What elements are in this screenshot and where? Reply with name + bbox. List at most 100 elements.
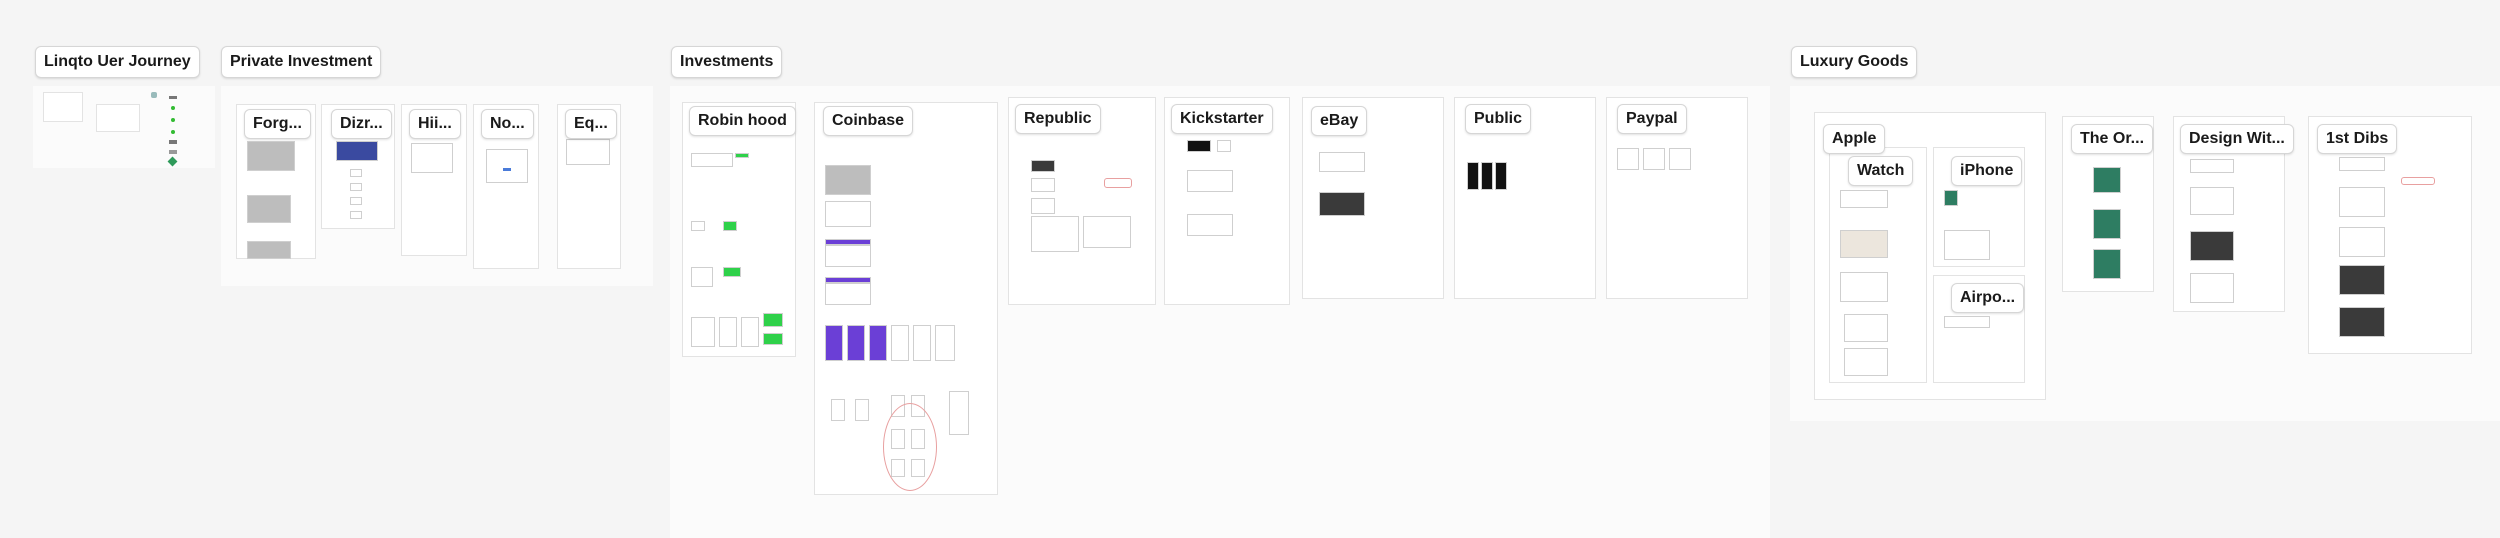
forg-screen-1[interactable] <box>247 141 295 171</box>
rep-screen-2[interactable] <box>1031 178 1055 192</box>
dibs-screen-2[interactable] <box>2339 187 2385 217</box>
label-republic[interactable]: Republic <box>1015 104 1101 134</box>
label-airpods[interactable]: Airpo... <box>1951 283 2025 313</box>
dibs-screen-3[interactable] <box>2339 227 2385 257</box>
watch-screen-3[interactable] <box>1840 272 1888 302</box>
cb-screen-1[interactable] <box>825 165 871 195</box>
cb-flow-3[interactable] <box>869 325 887 361</box>
watch-screen-4[interactable] <box>1844 314 1888 342</box>
label-investments[interactable]: Investments <box>671 46 783 78</box>
dwr-screen-4[interactable] <box>2190 273 2234 303</box>
rep-screen-5[interactable] <box>1031 216 1079 252</box>
dwr-screen-1[interactable] <box>2190 159 2234 173</box>
label-paypal[interactable]: Paypal <box>1617 104 1687 134</box>
cb-annotation-loop <box>883 403 937 491</box>
cb-flow-5[interactable] <box>913 325 931 361</box>
ebay-screen-2[interactable] <box>1319 192 1365 216</box>
hii-screen[interactable] <box>411 143 453 173</box>
paypal-screen-3[interactable] <box>1669 148 1691 170</box>
label-robinhood[interactable]: Robin hood <box>689 106 796 136</box>
or-screen-1[interactable] <box>2093 167 2121 193</box>
section-investments <box>670 86 1770 538</box>
rep-annotation <box>1104 178 1132 188</box>
cb-mobile-1[interactable] <box>831 399 845 421</box>
label-coinbase[interactable]: Coinbase <box>823 106 914 136</box>
dwr-screen-2[interactable] <box>2190 187 2234 215</box>
label-watch[interactable]: Watch <box>1848 156 1914 186</box>
rh-screen-9[interactable] <box>741 317 759 347</box>
public-screen-3[interactable] <box>1495 162 1507 190</box>
label-design-within-reach[interactable]: Design Wit... <box>2180 124 2294 154</box>
label-public[interactable]: Public <box>1465 104 1532 134</box>
rh-screen-1[interactable] <box>691 153 733 167</box>
forg-screen-3[interactable] <box>247 241 291 259</box>
rh-screen-5[interactable] <box>691 267 713 287</box>
ebay-screen-1[interactable] <box>1319 152 1365 172</box>
label-the-or[interactable]: The Or... <box>2071 124 2154 154</box>
label-iphone[interactable]: iPhone <box>1951 156 2023 186</box>
frame-robinhood[interactable] <box>682 102 796 357</box>
dizr-hero[interactable] <box>336 141 378 161</box>
paypal-screen-2[interactable] <box>1643 148 1665 170</box>
cb-screen-2[interactable] <box>825 201 871 227</box>
rh-screen-8[interactable] <box>719 317 737 347</box>
cb-mobile-5[interactable] <box>949 391 969 435</box>
rh-screen-2[interactable] <box>735 153 749 158</box>
watch-screen-2[interactable] <box>1840 230 1888 258</box>
label-dizr[interactable]: Dizr... <box>331 109 392 139</box>
paypal-screen-1[interactable] <box>1617 148 1639 170</box>
forg-screen-2[interactable] <box>247 195 291 223</box>
dibs-screen-5[interactable] <box>2339 307 2385 337</box>
label-eq[interactable]: Eq... <box>565 109 617 139</box>
rep-screen-6[interactable] <box>1083 216 1131 248</box>
ks-screen-4[interactable] <box>1187 214 1233 236</box>
cb-flow-6[interactable] <box>935 325 955 361</box>
dibs-screen-1[interactable] <box>2339 157 2385 171</box>
label-linqto[interactable]: Linqto Uer Journey <box>35 46 200 78</box>
rh-screen-11[interactable] <box>763 333 783 345</box>
label-kickstarter[interactable]: Kickstarter <box>1171 104 1273 134</box>
watch-screen-1[interactable] <box>1840 190 1888 208</box>
rh-screen-6[interactable] <box>723 267 741 277</box>
dwr-screen-3[interactable] <box>2190 231 2234 261</box>
or-screen-3[interactable] <box>2093 249 2121 279</box>
ks-screen-3[interactable] <box>1187 170 1233 192</box>
dizr-row-3 <box>350 197 362 205</box>
rh-screen-3[interactable] <box>691 221 705 231</box>
frame-coinbase[interactable] <box>814 102 998 495</box>
label-ebay[interactable]: eBay <box>1311 106 1368 136</box>
cb-flow-1[interactable] <box>825 325 843 361</box>
rep-screen-3[interactable] <box>1031 198 1055 214</box>
label-hii[interactable]: Hii... <box>409 109 461 139</box>
rh-screen-10[interactable] <box>763 313 783 327</box>
label-luxury-goods[interactable]: Luxury Goods <box>1791 46 1918 78</box>
public-screen-1[interactable] <box>1467 162 1479 190</box>
no-cta[interactable] <box>503 168 511 171</box>
rh-screen-4[interactable] <box>723 221 737 231</box>
label-private-investment[interactable]: Private Investment <box>221 46 382 78</box>
label-forg[interactable]: Forg... <box>244 109 311 139</box>
label-1st-dibs[interactable]: 1st Dibs <box>2317 124 2398 154</box>
no-screen[interactable] <box>486 149 528 183</box>
cb-flow-4[interactable] <box>891 325 909 361</box>
ks-screen-1[interactable] <box>1187 140 1211 152</box>
label-apple[interactable]: Apple <box>1823 124 1886 154</box>
label-no[interactable]: No... <box>481 109 534 139</box>
iphone-screen-1[interactable] <box>1944 190 1958 206</box>
journey-frame-1[interactable] <box>43 92 83 122</box>
cb-mobile-2[interactable] <box>855 399 869 421</box>
rep-screen-1[interactable] <box>1031 160 1055 172</box>
cb-screen-6[interactable] <box>825 283 871 305</box>
or-screen-2[interactable] <box>2093 209 2121 239</box>
public-screen-2[interactable] <box>1481 162 1493 190</box>
watch-screen-5[interactable] <box>1844 348 1888 376</box>
iphone-screen-2[interactable] <box>1944 230 1990 260</box>
ks-screen-2[interactable] <box>1217 140 1231 152</box>
rh-screen-7[interactable] <box>691 317 715 347</box>
journey-frame-2[interactable] <box>96 104 140 132</box>
cb-screen-4[interactable] <box>825 245 871 267</box>
eq-screen[interactable] <box>566 139 610 165</box>
cb-flow-2[interactable] <box>847 325 865 361</box>
airpods-screen[interactable] <box>1944 316 1990 328</box>
dibs-screen-4[interactable] <box>2339 265 2385 295</box>
